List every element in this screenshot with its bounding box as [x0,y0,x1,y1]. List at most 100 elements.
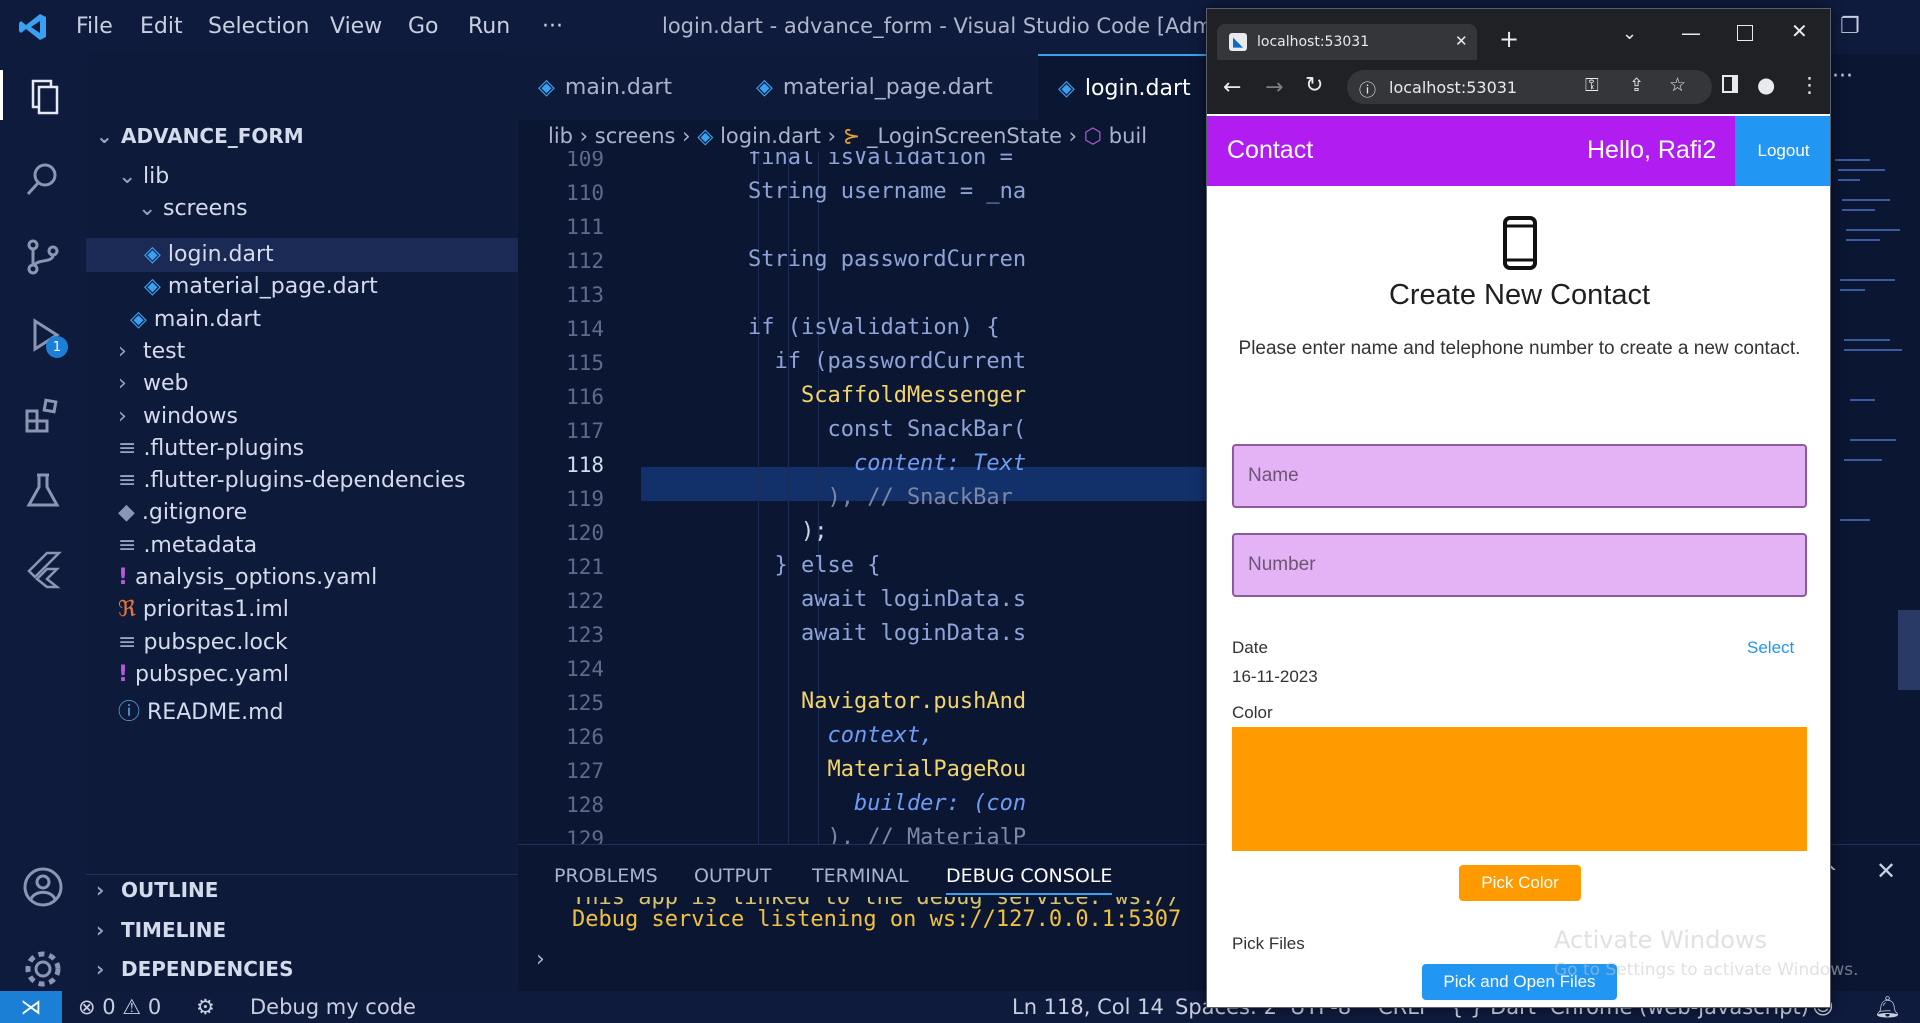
settings-gear-icon[interactable] [18,944,68,994]
tree-file-login[interactable]: ◈ login.dart [144,242,274,267]
error-icon: ⊗ [78,995,96,1019]
flutter-icon[interactable] [18,544,68,594]
tree-file-analysis-options[interactable]: ! analysis_options.yaml [118,565,377,590]
project-header[interactable]: ⌄ ADVANCE_FORM [96,124,304,148]
new-tab-plus-icon[interactable]: + [1499,25,1519,53]
source-control-icon[interactable] [18,232,68,282]
debug-config[interactable]: Debug my code [250,995,416,1019]
tab-material-page[interactable]: ◈ material_page.dart [736,54,1036,120]
section-dependencies[interactable]: › DEPENDENCIES [96,957,293,981]
menu-go[interactable]: Go [408,14,439,39]
cursor-position[interactable]: Ln 118, Col 14 [1012,995,1164,1019]
name-field[interactable]: Name [1232,444,1807,508]
tab-close-icon[interactable]: ✕ [1455,32,1468,50]
side-panel-icon[interactable] [1722,75,1738,93]
browser-tab[interactable]: ◣ localhost:53031 ✕ [1217,24,1477,60]
chevron-right-icon: › [118,371,127,396]
menu-selection[interactable]: Selection [208,14,309,39]
browser-menu-icon[interactable]: ⋮ [1799,73,1820,97]
app-bar-title: Contact [1227,136,1314,164]
code-area[interactable]: 109 final isValidation = 110 String usernam… [518,151,1218,897]
tree-file-flutter-plugins-deps[interactable]: ≡ .flutter-plugins-dependencies [118,468,466,493]
breadcrumb: lib › screens › ◈ login.dart › ⊱ _LoginS… [548,124,1148,148]
panel-tab-terminal[interactable]: TERMINAL [812,865,909,887]
address-bar[interactable]: ⓘ localhost:53031 ⚿ ⇪ ☆ [1347,70,1712,104]
back-arrow-icon[interactable]: ← [1223,75,1241,100]
number-field[interactable]: Number [1232,533,1807,597]
problems-indicator[interactable]: ⊗ 0 ⚠ 0 [78,995,161,1019]
code-line: ScaffoldMessenger [748,383,1027,408]
tree-file-material-page[interactable]: ◈ material_page.dart [144,274,378,299]
tree-folder-test[interactable]: › test [118,339,185,364]
breadcrumb-item[interactable]: login.dart [720,124,821,148]
editor-more-actions-icon[interactable]: ··· [1832,64,1853,89]
account-icon[interactable] [18,862,68,912]
breadcrumb-item[interactable]: buil [1109,124,1147,148]
tree-file-iml[interactable]: ℜ prioritas1.iml [118,597,289,622]
tree-file-pubspec-yaml[interactable]: ! pubspec.yaml [118,662,289,687]
tab-main-dart[interactable]: ◈ main.dart [518,54,734,120]
section-outline[interactable]: › OUTLINE [96,878,218,902]
text-file-icon: ≡ [118,630,137,655]
tree-label: .metadata [143,533,258,558]
logout-button[interactable]: Logout [1735,116,1830,186]
date-select-button[interactable]: Select [1747,638,1794,658]
forward-arrow-icon[interactable]: → [1265,75,1283,100]
console-prompt-chevron-icon[interactable]: › [536,947,545,972]
explorer-icon[interactable] [0,70,86,120]
testing-icon[interactable] [18,466,68,516]
chevron-down-icon: ⌄ [96,124,113,148]
window-maximize-icon[interactable] [1737,25,1753,41]
tree-folder-screens[interactable]: ⌄ screens [138,196,248,221]
breadcrumb-item[interactable]: screens [595,124,676,148]
tree-folder-web[interactable]: › web [118,371,189,396]
tree-file-flutter-plugins[interactable]: ≡ .flutter-plugins [118,436,304,461]
line-number: 126 [566,725,604,749]
window-close-icon[interactable]: ✕ [1791,19,1808,43]
panel-close-icon[interactable]: ✕ [1876,857,1896,885]
tree-file-metadata[interactable]: ≡ .metadata [118,533,257,558]
window-minimize-icon[interactable]: — [1681,21,1701,45]
notifications-bell-icon[interactable]: 🔔︎ [1874,995,1901,1020]
search-icon[interactable] [18,154,68,204]
tree-file-gitignore[interactable]: ◆ .gitignore [118,500,247,525]
panel-tab-debug-console[interactable]: DEBUG CONSOLE [946,865,1113,895]
debug-launch-icon[interactable]: ⚙ [196,995,215,1019]
share-icon[interactable]: ⇪ [1629,75,1644,96]
breadcrumb-item[interactable]: lib [548,124,573,148]
code-line: if (passwordCurrent [748,349,1027,374]
tree-file-main[interactable]: ◈ main.dart [130,307,261,332]
menu-edit[interactable]: Edit [140,14,183,39]
color-label: Color [1232,703,1273,722]
menu-file[interactable]: File [76,14,113,39]
tree-folder-lib[interactable]: ⌄ lib [118,164,169,189]
run-debug-icon[interactable]: 1 [18,310,68,360]
password-key-icon[interactable]: ⚿ [1585,75,1599,96]
warning-count: 0 [147,995,162,1019]
panel-tab-problems[interactable]: PROBLEMS [554,865,658,887]
panel-tab-output[interactable]: OUTPUT [694,865,771,887]
color-preview [1232,727,1807,851]
tree-file-pubspec-lock[interactable]: ≡ pubspec.lock [118,630,288,655]
vscode-restore-icon[interactable]: ❐ [1840,14,1860,39]
tab-search-chevron-icon[interactable]: ⌄ [1622,23,1637,44]
remote-icon[interactable]: ⋊ [0,991,62,1023]
tree-folder-windows[interactable]: › windows [118,404,238,429]
section-timeline[interactable]: › TIMELINE [96,918,226,942]
console-line-2: Debug service listening on ws://127.0.0.… [572,907,1182,932]
tree-file-readme[interactable]: ⓘ README.md [118,694,283,726]
menu-view[interactable]: View [330,14,382,39]
bookmark-star-icon[interactable]: ☆ [1669,74,1686,96]
minimap[interactable] [1830,140,1920,700]
menu-more[interactable]: ··· [542,14,563,39]
site-info-icon[interactable]: ⓘ [1359,76,1376,101]
profile-icon[interactable]: ● [1757,73,1775,97]
dart-file-icon: ◈ [130,307,147,332]
pick-color-button[interactable]: Pick Color [1459,865,1581,901]
reload-icon[interactable]: ↻ [1305,73,1323,98]
tab-login-dart[interactable]: ◈ login.dart [1038,54,1218,120]
menu-run[interactable]: Run [468,14,510,39]
breadcrumb-item[interactable]: _LoginScreenState [867,124,1062,148]
line-number: 120 [566,521,604,545]
extensions-icon[interactable] [18,390,68,440]
